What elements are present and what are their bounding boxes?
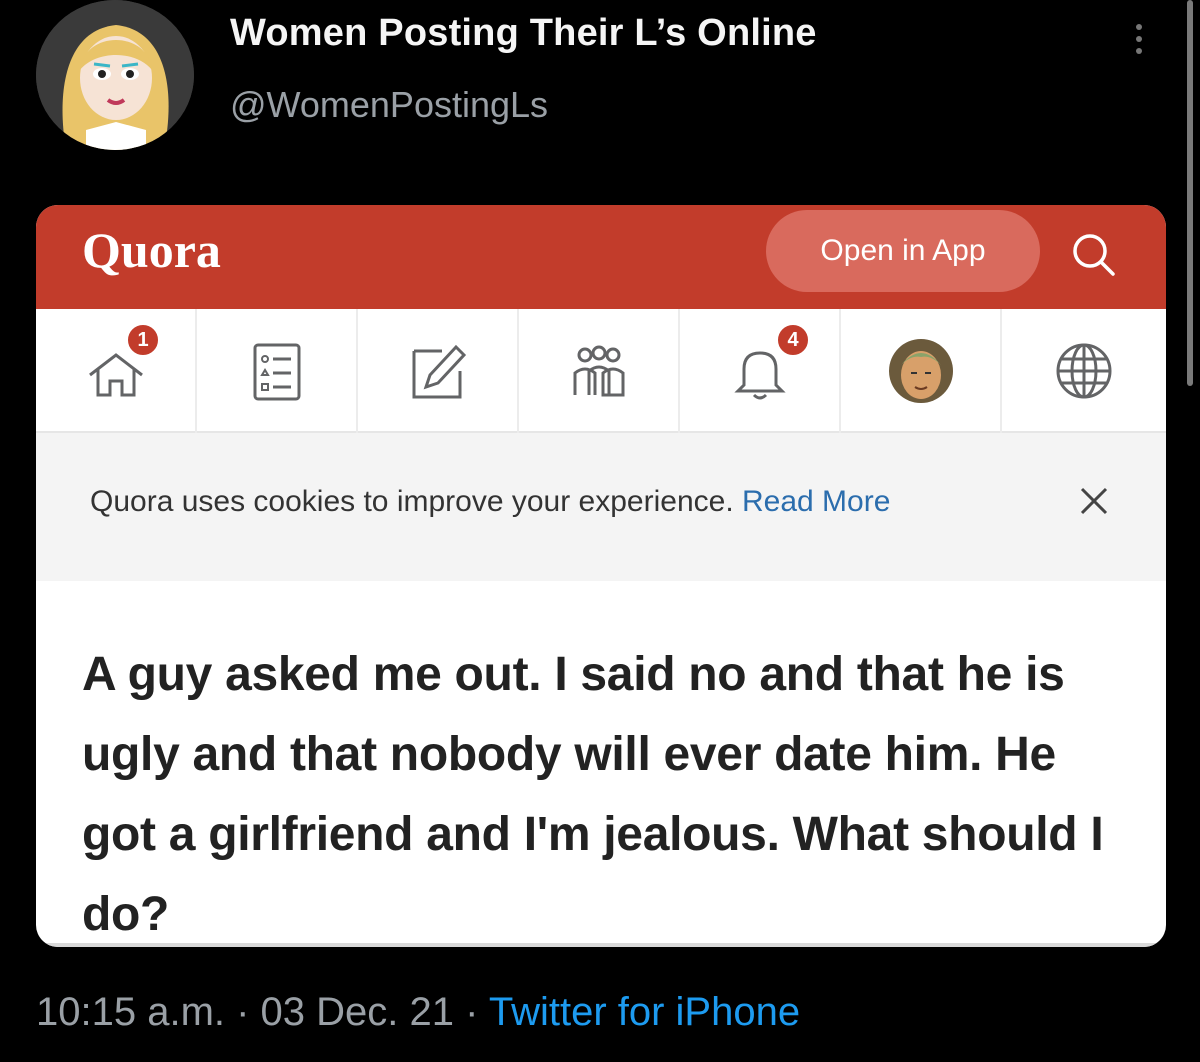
cookie-message: Quora uses cookies to improve your exper… <box>90 485 742 518</box>
nav-home[interactable]: 1 <box>36 309 197 433</box>
close-icon[interactable] <box>1072 479 1116 523</box>
nav-language[interactable] <box>1002 309 1166 433</box>
tweet-source-link[interactable]: Twitter for iPhone <box>489 990 800 1034</box>
avatar-cartoon-woman <box>36 0 194 150</box>
more-icon[interactable] <box>1124 20 1154 64</box>
read-more-link[interactable]: Read More <box>742 485 890 518</box>
home-badge: 1 <box>126 323 160 357</box>
search-icon[interactable] <box>1066 227 1122 283</box>
scrollbar[interactable] <box>1187 0 1193 386</box>
quora-nav-bar: 1 4 <box>36 309 1166 433</box>
cookie-banner: Quora uses cookies to improve your exper… <box>36 433 1166 581</box>
question-title[interactable]: A guy asked me out. I said no and that h… <box>82 635 1142 947</box>
nav-profile[interactable] <box>841 309 1002 433</box>
open-in-app-button[interactable]: Open in App <box>766 210 1040 292</box>
profile-avatar <box>888 339 953 403</box>
nav-answer[interactable] <box>197 309 358 433</box>
answer-icon <box>253 343 300 401</box>
globe-icon <box>1056 343 1112 399</box>
tweet-timestamp[interactable]: 10:15 a.m. · 03 Dec. 21 · <box>36 990 489 1034</box>
user-handle[interactable]: @WomenPostingLs <box>230 84 548 126</box>
nav-notifications[interactable]: 4 <box>680 309 841 433</box>
spaces-icon <box>573 345 624 397</box>
nav-write[interactable] <box>358 309 519 433</box>
display-name[interactable]: Women Posting Their L’s Online <box>230 12 817 55</box>
avatar[interactable] <box>36 0 194 150</box>
quora-header: Quora Open in App <box>36 205 1166 309</box>
tweet-meta: 10:15 a.m. · 03 Dec. 21 · Twitter for iP… <box>36 990 800 1035</box>
notifications-badge: 4 <box>776 323 810 357</box>
quora-screenshot-card: Quora Open in App 1 4 Quora uses cookies… <box>36 205 1166 947</box>
nav-spaces[interactable] <box>519 309 680 433</box>
card-divider <box>36 943 1166 947</box>
pencil-icon <box>412 344 466 399</box>
quora-logo: Quora <box>82 222 221 278</box>
